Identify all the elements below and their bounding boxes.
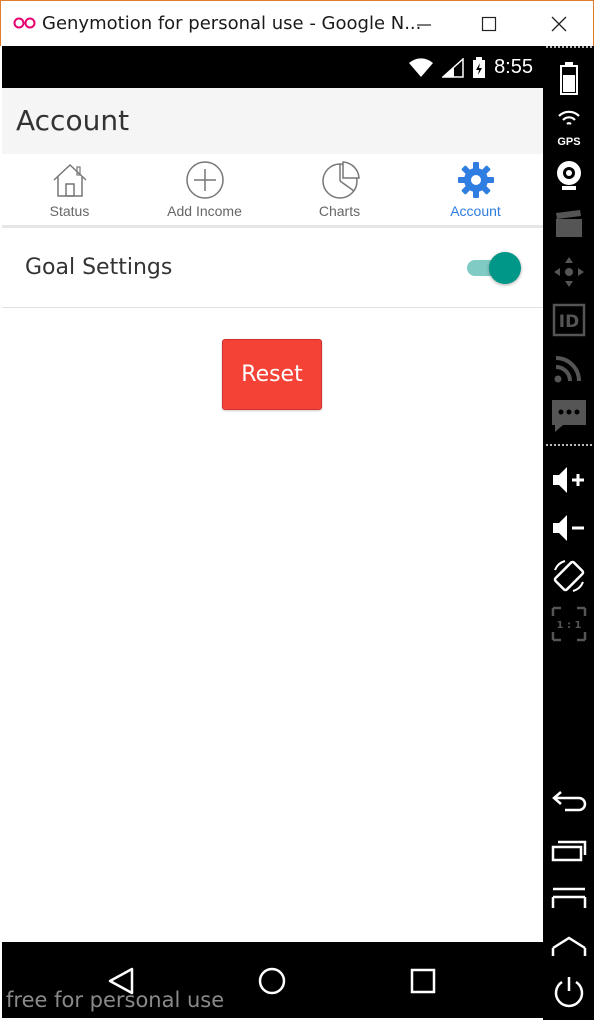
gps-label: GPS [557,136,581,148]
svg-text:ID: ID [559,312,579,332]
minimize-button[interactable] [401,1,447,47]
tab-status[interactable]: Status [2,154,137,228]
scale-label: 1 : 1 [557,620,582,631]
battery-icon [560,62,578,95]
tab-label: Status [49,203,90,219]
reset-button[interactable]: Reset [222,339,322,410]
clock: 8:55 [494,56,533,78]
id-card-icon: ID [552,303,586,337]
screencast-button[interactable] [547,204,591,244]
tab-label: Add Income [167,203,242,219]
recent-apps-button[interactable] [398,956,448,1006]
gps-signal-icon [558,110,580,125]
dpad-button[interactable] [547,252,591,292]
sms-widget-button[interactable] [547,396,591,436]
close-button[interactable] [536,1,582,47]
toggle-knob [489,252,521,284]
toolbar-separator [546,46,592,48]
watermark-text: free for personal use [6,988,225,1012]
toolbar-separator [546,444,592,446]
android-menu-button[interactable] [547,878,591,918]
webcam-icon [557,161,581,190]
cellular-signal-icon [442,57,464,78]
tab-charts[interactable]: Charts [272,154,407,228]
wifi-icon [409,57,434,77]
menu-lines-icon [551,887,587,908]
genymotion-logo-icon [13,17,36,29]
battery-charging-icon [473,56,486,78]
home-icon [52,163,87,197]
home-roof-icon [551,936,587,956]
volume-up-button[interactable] [547,460,591,500]
window-title: Genymotion for personal use - Google N..… [42,13,422,34]
goal-settings-row: Goal Settings [2,228,543,308]
volume-down-icon [553,515,584,541]
battery-widget-button[interactable] [547,58,591,98]
app-bar: Account [2,88,543,154]
recent-windows-icon [551,840,587,862]
rss-signal-icon [554,356,581,383]
android-recent-apps-button[interactable] [547,830,591,870]
android-back-button[interactable] [547,782,591,822]
power-button[interactable] [547,972,591,1012]
genymotion-toolbar: GPS ID 1 : 1 [543,46,594,1020]
pie-chart-icon [321,161,360,199]
tab-bar: Status Add Income Charts Account [2,154,543,231]
home-button[interactable] [247,956,297,1006]
plus-circle-icon [185,161,224,199]
tab-account[interactable]: Account [408,154,543,231]
power-icon [554,977,584,1008]
webcam-widget-button[interactable] [547,156,591,196]
tab-add-income[interactable]: Add Income [137,154,272,228]
gps-widget-button[interactable]: GPS [547,104,591,148]
android-status-bar: 8:55 [2,46,543,88]
tab-label: Account [450,203,501,219]
maximize-button[interactable] [466,1,512,47]
device-screen: 8:55 Account Status Add Income Charts Ac… [2,46,543,1018]
volume-up-icon [553,467,584,493]
network-widget-button[interactable] [547,348,591,388]
home-circle-icon [258,967,286,995]
window-titlebar: Genymotion for personal use - Google N..… [0,0,594,46]
message-icon [552,400,586,432]
rotate-button[interactable] [547,556,591,596]
page-title: Account [16,104,130,137]
undo-arrow-icon [552,791,587,812]
goal-settings-toggle[interactable] [467,250,523,286]
gear-icon [457,162,494,198]
scale-one-to-one-icon: 1 : 1 [551,606,587,642]
device-id-button[interactable]: ID [547,300,591,340]
clapperboard-icon [556,210,582,237]
dpad-icon [554,257,584,287]
goal-settings-label: Goal Settings [25,255,173,280]
recent-apps-icon [410,968,436,994]
tab-label: Charts [318,203,361,219]
android-home-button[interactable] [547,926,591,966]
volume-down-button[interactable] [547,508,591,548]
maximize-icon [481,16,497,32]
pixel-perfect-button[interactable]: 1 : 1 [547,604,591,644]
rotate-device-icon [553,560,585,592]
close-icon [551,16,567,32]
minimize-icon [417,24,431,26]
